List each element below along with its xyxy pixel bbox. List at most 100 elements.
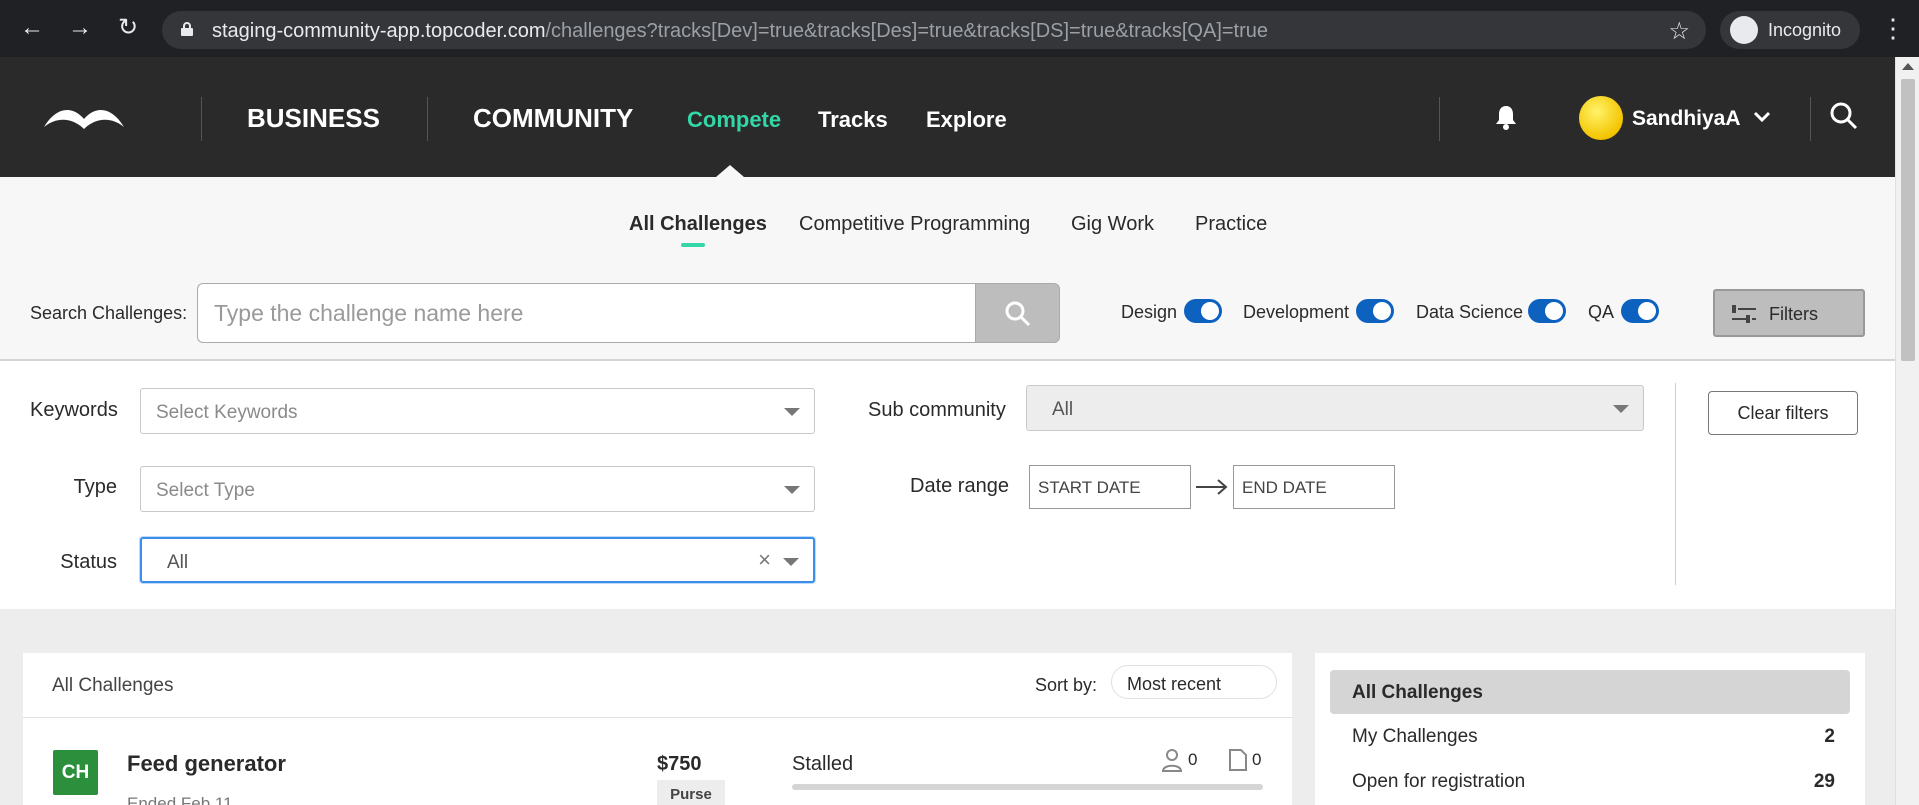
challenge-name[interactable]: Feed generator xyxy=(127,751,286,777)
tab-competitive-programming[interactable]: Competitive Programming xyxy=(799,213,1030,236)
bucket-my-challenges[interactable]: My Challenges 2 xyxy=(1330,714,1850,758)
tab-practice[interactable]: Practice xyxy=(1195,213,1267,236)
challenge-end-date: Ended Feb 11 xyxy=(127,794,233,805)
search-icon[interactable] xyxy=(1829,101,1859,131)
forward-icon[interactable]: → xyxy=(64,12,96,44)
site-header: BUSINESS COMMUNITY Compete Tracks Explor… xyxy=(0,57,1895,177)
bucket-label: Open for registration xyxy=(1352,771,1526,792)
bucket-open-for-registration[interactable]: Open for registration 29 xyxy=(1330,759,1850,803)
data-science-toggle[interactable] xyxy=(1528,299,1566,323)
challenge-list: All Challenges Sort by: Most recent CH F… xyxy=(23,653,1292,805)
url-text: staging-community-app.topcoder.com/chall… xyxy=(212,20,1269,42)
notification-bell-icon[interactable] xyxy=(1494,104,1518,130)
topcoder-logo-icon[interactable] xyxy=(42,103,126,133)
bucket-count: 29 xyxy=(1813,771,1835,792)
reload-icon[interactable]: ↻ xyxy=(112,12,144,44)
keywords-select[interactable]: Select Keywords xyxy=(140,388,815,434)
start-date-input[interactable]: START DATE xyxy=(1029,465,1191,509)
development-toggle[interactable] xyxy=(1356,299,1394,323)
back-icon[interactable]: ← xyxy=(16,12,48,44)
search-input[interactable] xyxy=(197,283,975,343)
keywords-placeholder: Select Keywords xyxy=(156,402,298,423)
end-date-input[interactable]: END DATE xyxy=(1233,465,1395,509)
search-label: Search Challenges: xyxy=(30,303,188,323)
track-label-design: Design xyxy=(1121,302,1178,322)
start-date-placeholder: START DATE xyxy=(1038,478,1141,497)
design-toggle[interactable] xyxy=(1184,299,1222,323)
challenge-buckets: All Challenges My Challenges 2 Open for … xyxy=(1315,653,1865,805)
list-header: All Challenges Sort by: Most recent xyxy=(23,653,1292,718)
sort-label: Sort by: xyxy=(1035,675,1098,695)
bucket-label: My Challenges xyxy=(1352,726,1478,747)
active-nav-indicator xyxy=(716,165,744,177)
scroll-up-icon[interactable] xyxy=(1902,63,1914,70)
status-value: All xyxy=(167,552,189,573)
sort-select[interactable]: Most recent xyxy=(1111,665,1277,699)
end-date-placeholder: END DATE xyxy=(1242,478,1327,497)
scrollbar-thumb[interactable] xyxy=(1901,79,1915,361)
nav-explore[interactable]: Explore xyxy=(926,107,1007,133)
challenge-prize: $750 xyxy=(657,753,702,775)
track-label-qa: QA xyxy=(1588,302,1615,322)
registrants-count[interactable]: 0 xyxy=(1188,750,1197,770)
subcommunity-value: All xyxy=(1052,399,1074,420)
dropdown-arrow-icon xyxy=(1613,405,1629,413)
track-badge: CH xyxy=(53,750,98,795)
track-label-development: Development xyxy=(1243,302,1350,322)
search-icon xyxy=(1005,301,1031,327)
clear-filters-button[interactable]: Clear filters xyxy=(1708,391,1858,435)
submissions-icon xyxy=(1229,749,1247,771)
bookmark-star-icon[interactable]: ☆ xyxy=(1668,17,1690,46)
lock-icon xyxy=(181,22,193,36)
profile-label: Incognito xyxy=(1768,20,1842,40)
type-select[interactable]: Select Type xyxy=(140,466,815,512)
filter-panel: Keywords Select Keywords Type Select Typ… xyxy=(0,361,1895,609)
phase-progress-bar xyxy=(792,784,1263,790)
filter-sliders-icon xyxy=(1732,305,1756,323)
challenge-phase: Stalled xyxy=(792,753,854,775)
arrow-right-icon xyxy=(1196,479,1228,495)
keywords-label: Keywords xyxy=(30,399,118,421)
subcommunity-select[interactable]: All xyxy=(1026,385,1644,431)
prize-label: Purse xyxy=(657,780,725,805)
bucket-count: 2 xyxy=(1824,726,1835,747)
chevron-down-icon[interactable] xyxy=(1750,105,1774,129)
tab-gig-work[interactable]: Gig Work xyxy=(1071,213,1154,236)
daterange-label: Date range xyxy=(910,475,1009,497)
type-placeholder: Select Type xyxy=(156,480,255,501)
list-title: All Challenges xyxy=(52,675,174,696)
status-label: Status xyxy=(60,551,117,573)
nav-tracks[interactable]: Tracks xyxy=(818,107,888,133)
filters-button[interactable]: Filters xyxy=(1713,289,1865,337)
browser-menu-icon[interactable]: ⋮ xyxy=(1880,10,1906,46)
filters-button-label: Filters xyxy=(1769,304,1818,324)
dropdown-arrow-icon xyxy=(783,558,799,566)
registrants-icon xyxy=(1161,749,1183,772)
username[interactable]: SandhiyaA xyxy=(1632,107,1741,131)
search-button[interactable] xyxy=(975,283,1060,343)
profile-chip[interactable]: Incognito xyxy=(1720,11,1860,49)
tab-all-challenges[interactable]: All Challenges xyxy=(629,213,767,236)
clear-selection-icon[interactable]: × xyxy=(758,547,771,573)
avatar[interactable] xyxy=(1579,96,1623,140)
status-select[interactable]: All × xyxy=(140,537,815,583)
address-bar[interactable]: staging-community-app.topcoder.com/chall… xyxy=(162,11,1706,49)
sort-value: Most recent xyxy=(1127,674,1222,694)
type-label: Type xyxy=(73,476,117,498)
nav-community[interactable]: COMMUNITY xyxy=(473,103,633,134)
qa-toggle[interactable] xyxy=(1621,299,1659,323)
track-label-data-science: Data Science xyxy=(1416,302,1524,322)
challenge-toolbar: All Challenges Competitive Programming G… xyxy=(0,177,1895,361)
page-scrollbar[interactable] xyxy=(1895,57,1919,805)
browser-toolbar: ← → ↻ staging-community-app.topcoder.com… xyxy=(0,0,1919,57)
bucket-label: All Challenges xyxy=(1352,682,1483,703)
subcommunity-label: Sub community xyxy=(868,399,1006,421)
bucket-all-challenges[interactable]: All Challenges xyxy=(1330,670,1850,714)
nav-business[interactable]: BUSINESS xyxy=(247,103,380,134)
incognito-icon xyxy=(1730,16,1758,44)
dropdown-arrow-icon xyxy=(784,486,800,494)
nav-compete[interactable]: Compete xyxy=(687,107,781,133)
submissions-count[interactable]: 0 xyxy=(1252,750,1261,770)
dropdown-arrow-icon xyxy=(784,408,800,416)
active-tab-indicator xyxy=(681,243,705,247)
